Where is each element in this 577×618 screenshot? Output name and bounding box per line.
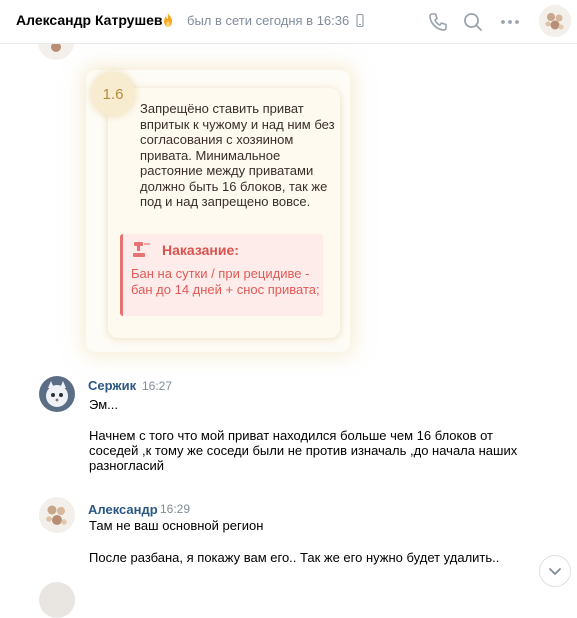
sender-avatar-aleksandr[interactable] [39,497,75,533]
punishment-title: Наказание: [162,242,239,258]
rule-number-badge: 1.6 [91,72,135,116]
sender-avatar-serzhik[interactable] [39,376,75,412]
chevron-down-icon [549,568,561,575]
phone-call-icon[interactable] [427,11,449,33]
message-text: Эм... [89,397,118,412]
flame-icon [164,13,172,27]
last-seen-status: был в сети сегодня в 16:36 [187,13,350,28]
punishment-text: Бан на сутки / при рецидиве - бан до 14 … [131,266,320,297]
message-time[interactable]: 16:29 [160,502,190,516]
mobile-phone-icon [356,14,364,27]
search-icon[interactable] [462,11,484,33]
contact-name[interactable]: Александр Катрушев [16,12,163,28]
contact-avatar[interactable] [539,5,571,37]
message-author[interactable]: Александр [88,502,158,517]
gavel-icon [133,242,150,257]
scroll-down-button[interactable] [539,555,571,587]
sender-avatar-partial[interactable] [39,582,75,618]
message-text: После разбана, я покажу вам его.. Так же… [89,550,500,565]
message-time[interactable]: 16:27 [142,379,172,393]
rule-text: Запрещёно ставить приват впритык к чужом… [140,101,335,209]
more-icon[interactable] [499,11,521,33]
message-text: Там не ваш основной регион [89,518,264,533]
message-author[interactable]: Сержик [88,378,136,393]
chat-header: Александр Катрушев был в сети сегодня в … [0,0,577,44]
message-text: Начнем с того что мой приват находился б… [89,428,518,473]
